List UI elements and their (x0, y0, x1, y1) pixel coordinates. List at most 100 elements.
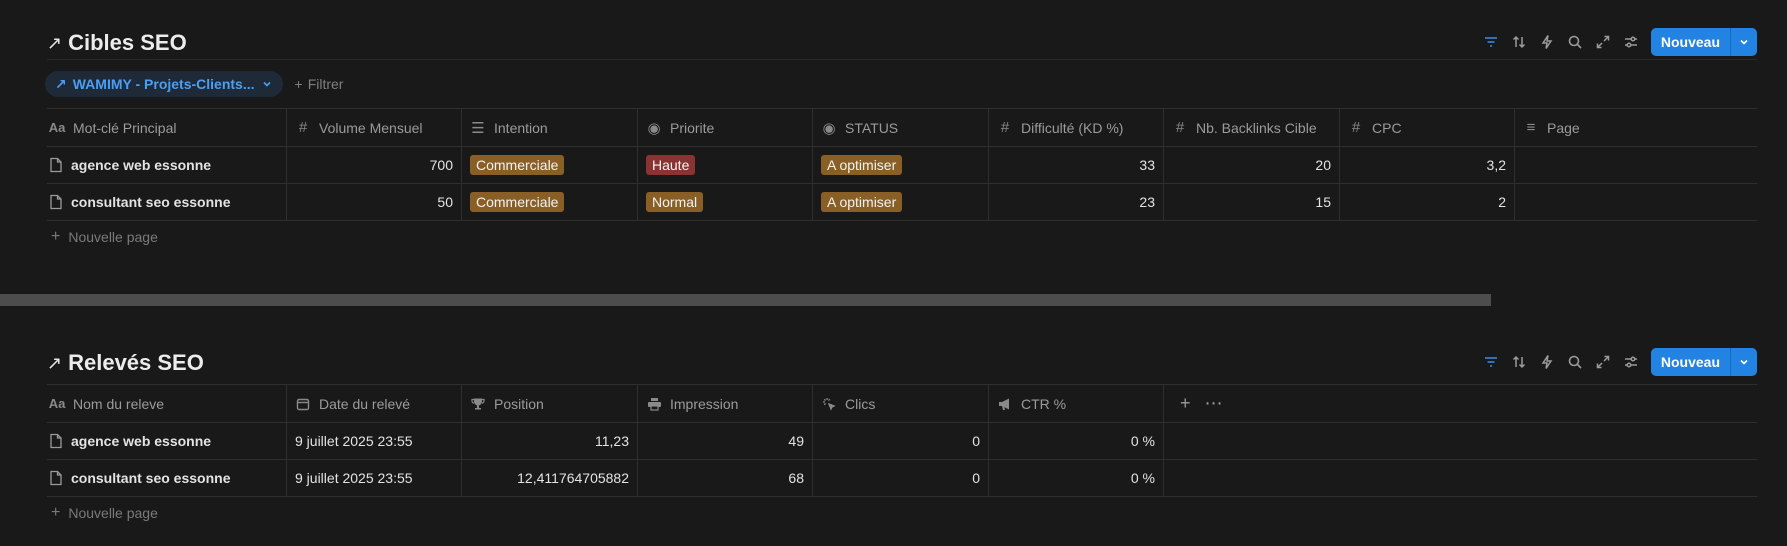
backlinks-cell[interactable]: 15 (1164, 184, 1340, 220)
database-toolbar: Nouveau (1477, 348, 1757, 376)
title-property-icon: Aa (48, 120, 66, 135)
column-header-status[interactable]: ◉ STATUS (813, 109, 989, 146)
status-property-icon: ◉ (822, 119, 836, 137)
title-property-icon: Aa (48, 396, 66, 411)
status-cell[interactable]: A optimiser (813, 184, 989, 220)
new-button[interactable]: Nouveau (1650, 28, 1757, 56)
backlinks-cell[interactable]: 20 (1164, 147, 1340, 183)
settings-sliders-icon[interactable] (1617, 28, 1645, 56)
priorite-cell[interactable]: Haute (638, 147, 813, 183)
volume-cell[interactable]: 700 (287, 147, 462, 183)
intention-cell[interactable]: Commerciale (462, 147, 638, 183)
cpc-cell[interactable]: 3,2 (1340, 147, 1515, 183)
column-header-intention[interactable]: ☰ Intention (462, 109, 638, 146)
chevron-down-icon[interactable] (1731, 28, 1757, 56)
priorite-tag: Normal (646, 192, 704, 212)
difficulte-cell[interactable]: 33 (989, 147, 1164, 183)
chevron-down-icon[interactable] (1731, 348, 1757, 376)
position-cell[interactable]: 11,23 (462, 423, 638, 459)
cpc-cell[interactable]: 2 (1340, 184, 1515, 220)
impression-cell[interactable]: 68 (638, 460, 813, 496)
column-header-ctr[interactable]: CTR % (989, 385, 1164, 422)
filter-icon[interactable] (1477, 28, 1505, 56)
ctr-cell[interactable]: 0 % (989, 423, 1164, 459)
column-header-position[interactable]: Position (462, 385, 638, 422)
column-header-priorite[interactable]: ◉ Priorite (638, 109, 813, 146)
table-row[interactable]: agence web essonne 9 juillet 2025 23:55 … (47, 423, 1757, 460)
search-icon[interactable] (1561, 348, 1589, 376)
text-property-icon: ≡ (1526, 119, 1536, 136)
column-header-label: Impression (670, 395, 739, 412)
add-page-button[interactable]: + Nouvelle page (47, 221, 1757, 253)
expand-icon[interactable] (1589, 348, 1617, 376)
row-title-cell[interactable]: consultant seo essonne (47, 184, 287, 220)
new-button-label[interactable]: Nouveau (1651, 348, 1731, 376)
releves-table: Aa Nom du releve Date du relevé Position … (47, 384, 1757, 497)
page-cell[interactable] (1515, 147, 1757, 183)
column-header-label: STATUS (845, 119, 899, 136)
view-selector[interactable]: ↗ WAMIMY - Projets-Clients... (45, 71, 283, 97)
volume-cell[interactable]: 50 (287, 184, 462, 220)
search-icon[interactable] (1561, 28, 1589, 56)
column-header-backlinks[interactable]: # Nb. Backlinks Cible (1164, 109, 1340, 146)
view-label: WAMIMY - Projets-Clients... (72, 76, 255, 92)
plus-icon: + (51, 504, 61, 521)
sort-icon[interactable] (1505, 348, 1533, 376)
table-row[interactable]: consultant seo essonne 9 juillet 2025 23… (47, 460, 1757, 497)
database-header: ↗ Relevés SEO Nouveau (47, 346, 1757, 380)
open-link-arrow-icon[interactable]: ↗ (47, 34, 62, 52)
database-title[interactable]: Cibles SEO (68, 30, 187, 56)
table-row[interactable]: agence web essonne 700 Commerciale Haute… (47, 147, 1757, 184)
impression-cell[interactable]: 49 (638, 423, 813, 459)
more-options-icon[interactable]: ⋯ (1205, 393, 1223, 414)
page-icon (50, 470, 62, 486)
new-button-label[interactable]: Nouveau (1651, 28, 1731, 56)
date-cell[interactable]: 9 juillet 2025 23:55 (287, 460, 462, 496)
automation-bolt-icon[interactable] (1533, 28, 1561, 56)
database-title[interactable]: Relevés SEO (68, 350, 204, 376)
intention-cell[interactable]: Commerciale (462, 184, 638, 220)
add-page-button[interactable]: + Nouvelle page (47, 497, 1757, 529)
column-header-mot-cle[interactable]: Aa Mot-clé Principal (47, 109, 287, 146)
table-header: Aa Mot-clé Principal # Volume Mensuel ☰ Int… (47, 109, 1757, 147)
add-column-icon[interactable]: + (1180, 393, 1191, 414)
number-property-icon: # (1351, 119, 1361, 136)
status-cell[interactable]: A optimiser (813, 147, 989, 183)
row-title: agence web essonne (71, 157, 212, 173)
add-filter-button[interactable]: + Filtrer (295, 76, 344, 92)
number-property-icon: # (1175, 119, 1185, 136)
column-header-page[interactable]: ≡ Page (1515, 109, 1757, 146)
date-cell[interactable]: 9 juillet 2025 23:55 (287, 423, 462, 459)
settings-sliders-icon[interactable] (1617, 348, 1645, 376)
column-header-actions: + ⋯ (1164, 385, 1557, 422)
row-title-cell[interactable]: agence web essonne (47, 147, 287, 183)
column-header-label: Page (1547, 119, 1580, 136)
table-row[interactable]: consultant seo essonne 50 Commerciale No… (47, 184, 1757, 221)
new-button[interactable]: Nouveau (1650, 348, 1757, 376)
difficulte-cell[interactable]: 23 (989, 184, 1164, 220)
ctr-cell[interactable]: 0 % (989, 460, 1164, 496)
horizontal-scrollbar[interactable] (0, 294, 1491, 306)
column-header-nom[interactable]: Aa Nom du releve (47, 385, 287, 422)
page-cell[interactable] (1515, 184, 1757, 220)
automation-bolt-icon[interactable] (1533, 348, 1561, 376)
column-header-date[interactable]: Date du relevé (287, 385, 462, 422)
column-header-cpc[interactable]: # CPC (1340, 109, 1515, 146)
click-cursor-icon (821, 397, 837, 411)
filter-icon[interactable] (1477, 348, 1505, 376)
column-header-volume[interactable]: # Volume Mensuel (287, 109, 462, 146)
column-header-impression[interactable]: Impression (638, 385, 813, 422)
column-header-clics[interactable]: Clics (813, 385, 989, 422)
clics-cell[interactable]: 0 (813, 423, 989, 459)
column-header-difficulte[interactable]: # Difficulté (KD %) (989, 109, 1164, 146)
row-title-cell[interactable]: agence web essonne (47, 423, 287, 459)
priorite-cell[interactable]: Normal (638, 184, 813, 220)
sort-icon[interactable] (1505, 28, 1533, 56)
open-link-arrow-icon[interactable]: ↗ (47, 354, 62, 372)
filter-bar: ↗ WAMIMY - Projets-Clients... + Filtrer (45, 60, 1757, 108)
column-header-label: Clics (845, 395, 876, 412)
row-title-cell[interactable]: consultant seo essonne (47, 460, 287, 496)
position-cell[interactable]: 12,411764705882 (462, 460, 638, 496)
clics-cell[interactable]: 0 (813, 460, 989, 496)
expand-icon[interactable] (1589, 28, 1617, 56)
